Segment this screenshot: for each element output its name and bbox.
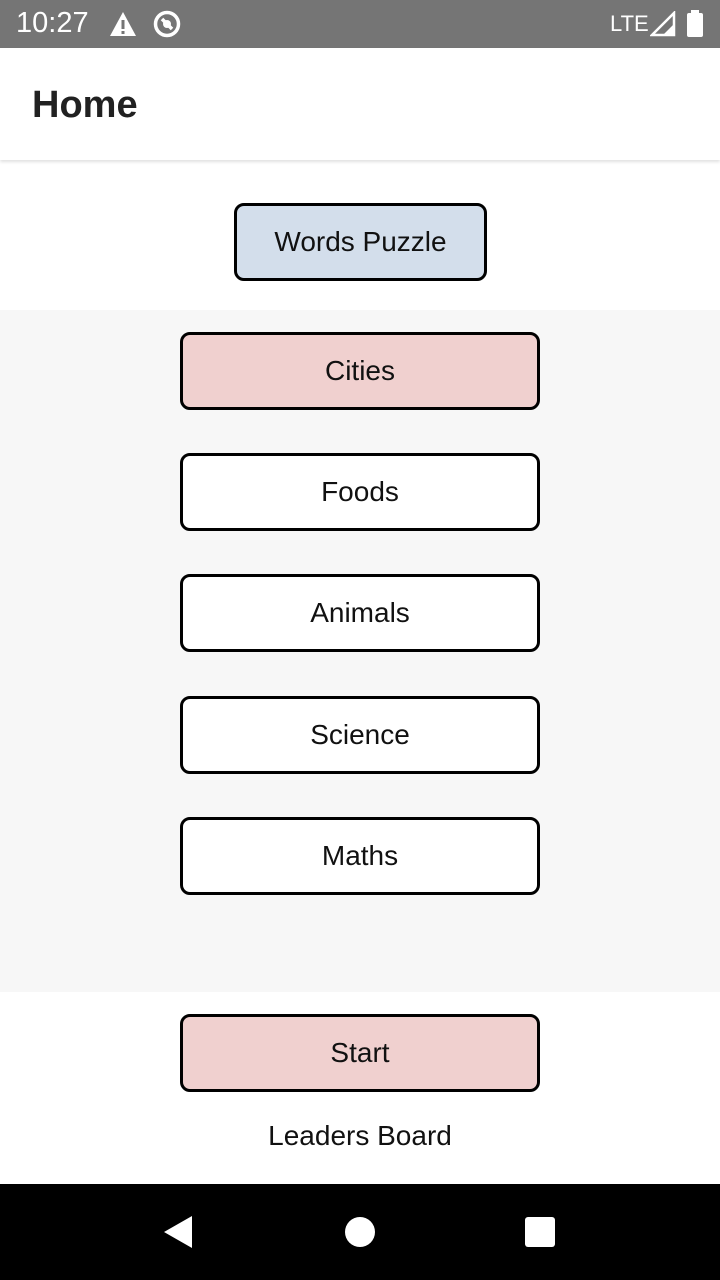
status-bar: 10:27 LTE — [0, 0, 720, 48]
battery-icon — [680, 9, 710, 39]
page-title: Home — [32, 84, 138, 126]
leaders-board-link[interactable]: Leaders Board — [0, 1120, 720, 1152]
category-list: Cities Foods Animals Science Maths — [0, 310, 720, 992]
data-saver-icon — [152, 9, 182, 39]
home-icon[interactable] — [330, 1202, 390, 1262]
warning-icon — [108, 9, 138, 39]
network-type: LTE — [610, 11, 649, 36]
signal-icon — [648, 9, 678, 39]
category-maths-button[interactable]: Maths — [180, 817, 540, 895]
start-button[interactable]: Start — [180, 1014, 540, 1092]
app-bar: Home — [0, 48, 720, 160]
category-science-button[interactable]: Science — [180, 696, 540, 774]
status-time: 10:27 — [16, 7, 89, 39]
back-icon[interactable] — [148, 1202, 208, 1262]
recents-icon[interactable] — [510, 1202, 570, 1262]
category-cities-button[interactable]: Cities — [180, 332, 540, 410]
category-foods-button[interactable]: Foods — [180, 453, 540, 531]
category-animals-button[interactable]: Animals — [180, 574, 540, 652]
navigation-bar — [0, 1184, 720, 1280]
words-puzzle-button[interactable]: Words Puzzle — [234, 203, 487, 281]
